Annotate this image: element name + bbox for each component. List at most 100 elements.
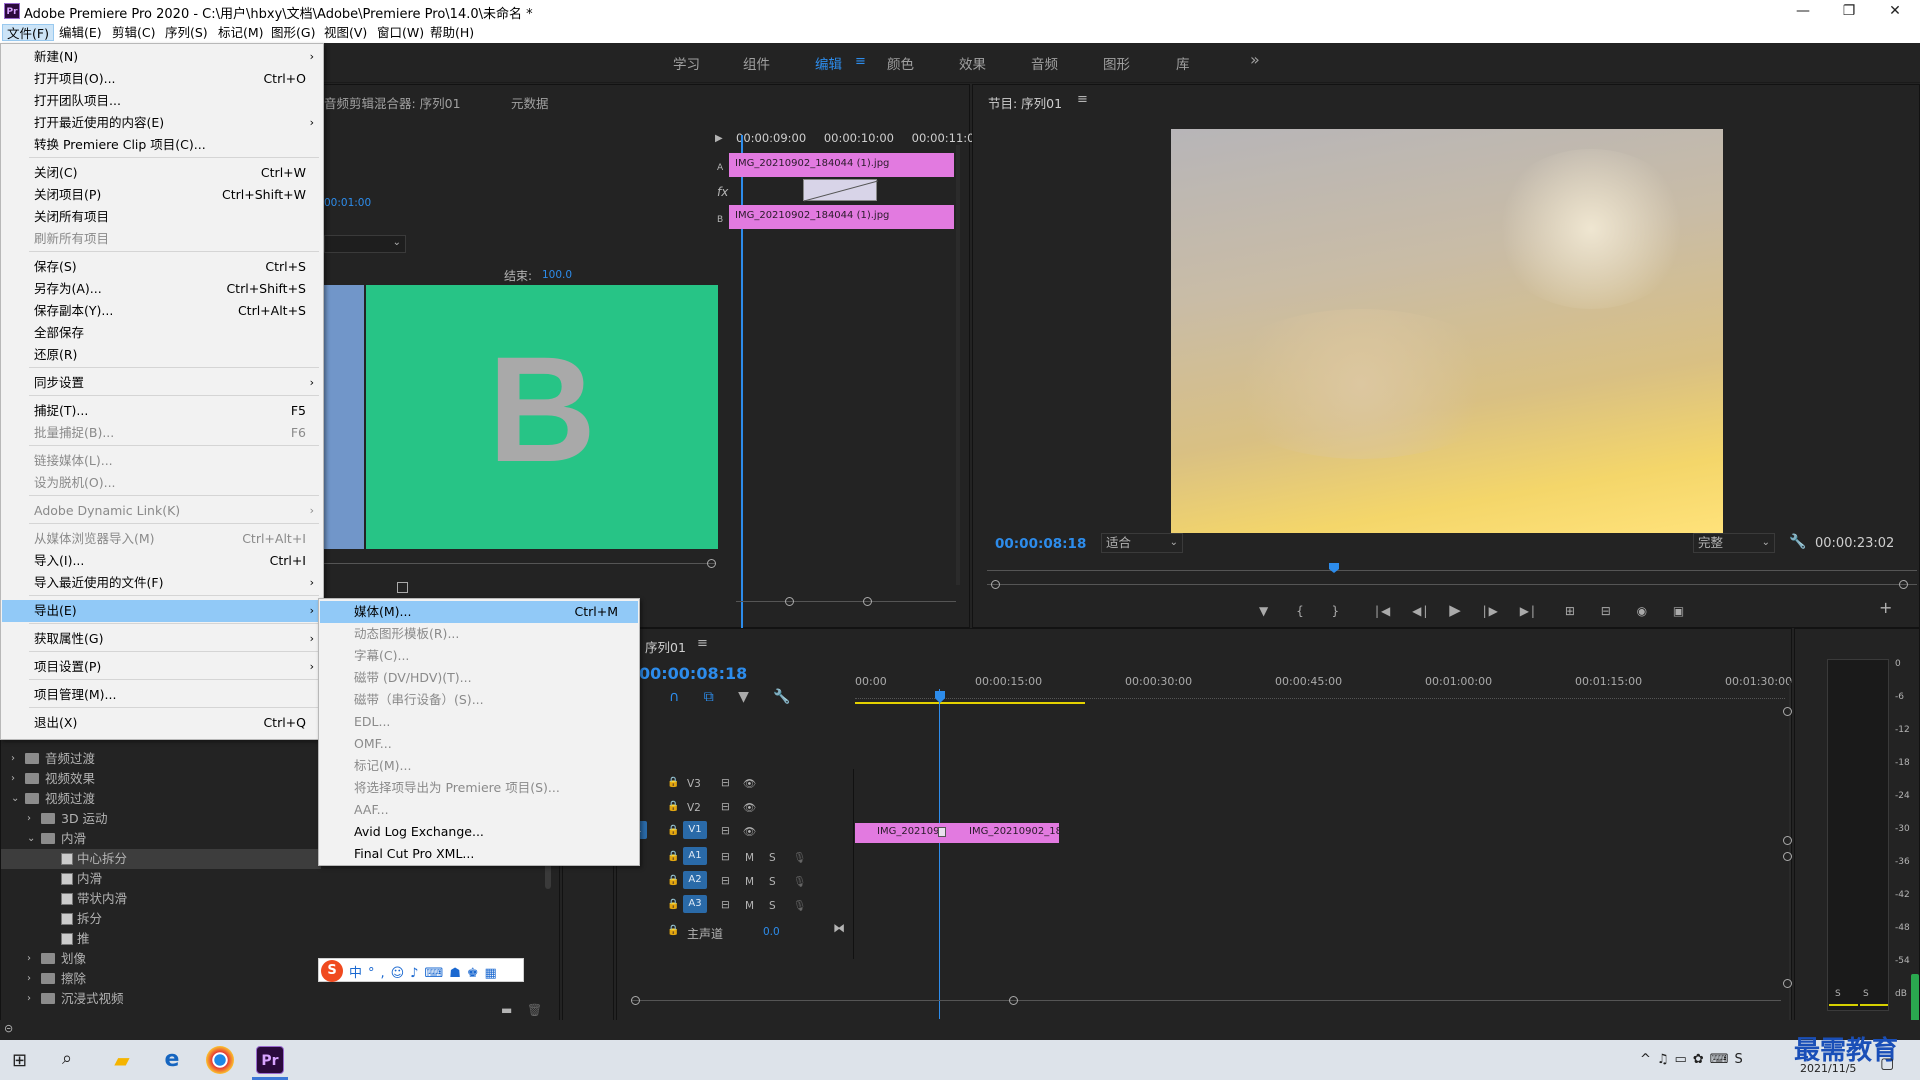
export-menu-item[interactable]: 将选择项导出为 Premiere 项目(S)... bbox=[320, 777, 638, 799]
program-timecode[interactable]: 00:00:08:18 bbox=[995, 536, 1086, 552]
tab-audio-clip-mixer[interactable]: 音频剪辑混合器: 序列01 bbox=[324, 93, 461, 112]
track-a1-label[interactable]: A1 bbox=[683, 847, 707, 865]
workspace-assembly[interactable]: 组件 bbox=[743, 53, 770, 73]
track-a3-label[interactable]: A3 bbox=[683, 895, 707, 913]
ec-transition-block[interactable] bbox=[803, 179, 879, 202]
windows-start-icon[interactable]: ⊞ bbox=[12, 1050, 27, 1071]
file-menu-item[interactable]: 关闭所有项目 bbox=[2, 206, 322, 228]
file-menu-item[interactable]: 项目管理(M)... bbox=[2, 684, 322, 706]
play-icon[interactable]: ▶ bbox=[1449, 601, 1463, 619]
ec-dropdown[interactable]: ⌄ bbox=[324, 235, 406, 253]
notification-icon[interactable]: ▢ bbox=[1880, 1054, 1894, 1072]
export-menu-item[interactable]: AAF... bbox=[320, 799, 638, 821]
timeline-settings-icon[interactable]: 🔧 bbox=[773, 689, 790, 705]
file-menu-item[interactable]: 另存为(A)... Ctrl+Shift+S bbox=[2, 278, 322, 300]
ime-buttons[interactable]: 中°,☺♪⌨☗♚▦ bbox=[349, 962, 503, 981]
effects-tree-row[interactable]: ⌄ 视频过渡 bbox=[1, 789, 321, 809]
file-menu-item[interactable]: 转换 Premiere Clip 项目(C)... bbox=[2, 134, 322, 156]
snap-icon[interactable]: ∩ bbox=[669, 689, 679, 705]
effects-tree-row[interactable]: › 视频效果 bbox=[1, 769, 321, 789]
ec-slider-handle[interactable] bbox=[707, 559, 716, 568]
delete-icon[interactable]: 🗑 bbox=[527, 1003, 542, 1017]
program-panel-menu-icon[interactable]: ≡ bbox=[1077, 92, 1088, 107]
quality-dropdown[interactable]: 完整 ⌄ bbox=[1693, 533, 1775, 553]
lock-a1-icon[interactable]: 🔒 bbox=[667, 851, 679, 862]
effects-tree-row[interactable]: 拆分 bbox=[1, 909, 321, 929]
mark-out-icon[interactable]: } bbox=[1332, 604, 1342, 618]
go-to-in-icon[interactable]: |◀ bbox=[1375, 604, 1392, 618]
export-menu-item[interactable]: 动态图形模板(R)... bbox=[320, 623, 638, 645]
chrome-icon[interactable] bbox=[206, 1046, 234, 1074]
mark-in-icon[interactable]: { bbox=[1296, 604, 1306, 618]
file-menu-item[interactable]: 新建(N) › bbox=[2, 46, 322, 68]
ec-vertical-scrollbar[interactable] bbox=[956, 145, 960, 585]
file-menu-item[interactable]: 同步设置 › bbox=[2, 372, 322, 394]
workspace-color[interactable]: 颜色 bbox=[887, 53, 914, 73]
vscroll-handle-top[interactable] bbox=[1783, 707, 1792, 716]
file-menu-item[interactable]: 设为脱机(O)... bbox=[2, 472, 322, 494]
lock-v1-icon[interactable]: 🔒 bbox=[667, 825, 679, 836]
file-menu-item[interactable]: 保存(S) Ctrl+S bbox=[2, 256, 322, 278]
vscroll-handle-mid[interactable] bbox=[1783, 836, 1792, 845]
file-explorer-icon[interactable]: ▰ bbox=[108, 1046, 136, 1074]
timeline-panel-menu-icon[interactable]: ≡ bbox=[697, 636, 708, 651]
add-marker-icon[interactable]: ▼ bbox=[1259, 604, 1270, 618]
chevron-right-icon[interactable]: › bbox=[27, 989, 31, 1009]
effects-tree-row[interactable]: › 3D 运动 bbox=[1, 809, 321, 829]
vscroll-handle-bottom[interactable] bbox=[1783, 979, 1792, 988]
menu-view[interactable]: 视图(V) bbox=[320, 24, 371, 41]
workspace-libraries[interactable]: 库 bbox=[1176, 53, 1190, 73]
sync-v1-icon[interactable]: ⊟ bbox=[721, 825, 730, 837]
menu-window[interactable]: 窗口(W) bbox=[373, 24, 428, 41]
program-playhead[interactable] bbox=[1329, 563, 1339, 573]
lock-a3-icon[interactable]: 🔒 bbox=[667, 899, 679, 910]
premiere-taskbar-icon[interactable]: Pr bbox=[256, 1046, 284, 1074]
chevron-right-icon[interactable]: › bbox=[27, 949, 31, 969]
file-menu-item[interactable]: 全部保存 bbox=[2, 322, 322, 344]
ec-end-value[interactable]: 100.0 bbox=[542, 269, 572, 281]
ec-zoom-scroll[interactable] bbox=[736, 601, 956, 602]
program-monitor-title[interactable]: 节目: 序列01 bbox=[988, 93, 1062, 112]
file-menu-item[interactable]: 打开最近使用的内容(E) › bbox=[2, 112, 322, 134]
ec-checkbox[interactable] bbox=[397, 582, 408, 593]
file-menu-item[interactable]: 打开团队项目... bbox=[2, 90, 322, 112]
file-menu-item[interactable]: 导出(E) › bbox=[2, 600, 322, 622]
ec-play-arrow-icon[interactable]: ▶ bbox=[715, 133, 723, 144]
mute-a3[interactable]: M bbox=[745, 900, 754, 912]
lock-a2-icon[interactable]: 🔒 bbox=[667, 875, 679, 886]
file-menu-item[interactable]: 获取属性(G) › bbox=[2, 628, 322, 650]
system-tray-icons[interactable]: ^♫▭✿⌨S bbox=[1640, 1052, 1749, 1067]
effects-tree-row[interactable]: 带状内滑 bbox=[1, 889, 321, 909]
tab-metadata[interactable]: 元数据 bbox=[511, 93, 549, 112]
export-menu-item[interactable]: 媒体(M)... Ctrl+M bbox=[320, 601, 638, 623]
extract-icon[interactable]: ⊟ bbox=[1601, 604, 1613, 618]
export-menu-item[interactable]: OMF... bbox=[320, 733, 638, 755]
workspace-graphics[interactable]: 图形 bbox=[1103, 53, 1130, 73]
file-menu-item[interactable]: 链接媒体(L)... bbox=[2, 450, 322, 472]
file-menu-item[interactable]: 刷新所有项目 bbox=[2, 228, 322, 250]
chevron-down-icon[interactable]: ⌄ bbox=[11, 789, 19, 809]
lock-v3-icon[interactable]: 🔒 bbox=[667, 777, 679, 788]
sync-v3-icon[interactable]: ⊟ bbox=[721, 777, 730, 789]
file-menu-item[interactable]: 保存副本(Y)... Ctrl+Alt+S bbox=[2, 300, 322, 322]
ec-clip-b[interactable]: IMG_20210902_184044 (1).jpg bbox=[729, 205, 954, 229]
chevron-right-icon[interactable]: › bbox=[11, 769, 15, 789]
export-menu-item[interactable]: Final Cut Pro XML... bbox=[320, 843, 638, 865]
workspace-menu-icon[interactable]: ≡ bbox=[855, 54, 866, 69]
add-marker-tl-icon[interactable]: ▼ bbox=[738, 689, 749, 705]
lock-v2-icon[interactable]: 🔒 bbox=[667, 801, 679, 812]
go-to-out-icon[interactable]: ▶| bbox=[1520, 604, 1537, 618]
timeline-timecode[interactable]: 00:00:08:18 bbox=[639, 664, 747, 683]
file-menu-item[interactable]: Adobe Dynamic Link(K) › bbox=[2, 500, 322, 522]
maximize-button[interactable]: ❐ bbox=[1826, 0, 1872, 22]
effects-tree-row[interactable]: 内滑 bbox=[1, 869, 321, 889]
linked-selection-icon[interactable]: ⧉ bbox=[704, 689, 714, 705]
effects-tree-row[interactable]: 中心拆分 bbox=[1, 849, 321, 869]
meter-solo-right[interactable]: S bbox=[1863, 989, 1869, 999]
file-menu-item[interactable]: 打开项目(O)... Ctrl+O bbox=[2, 68, 322, 90]
sync-a3-icon[interactable]: ⊟ bbox=[721, 899, 730, 911]
menu-marker[interactable]: 标记(M) bbox=[214, 24, 268, 41]
sync-a2-icon[interactable]: ⊟ bbox=[721, 875, 730, 887]
ec-clip-a[interactable]: IMG_20210902_184044 (1).jpg bbox=[729, 153, 954, 177]
master-track-value[interactable]: 0.0 bbox=[763, 926, 780, 938]
